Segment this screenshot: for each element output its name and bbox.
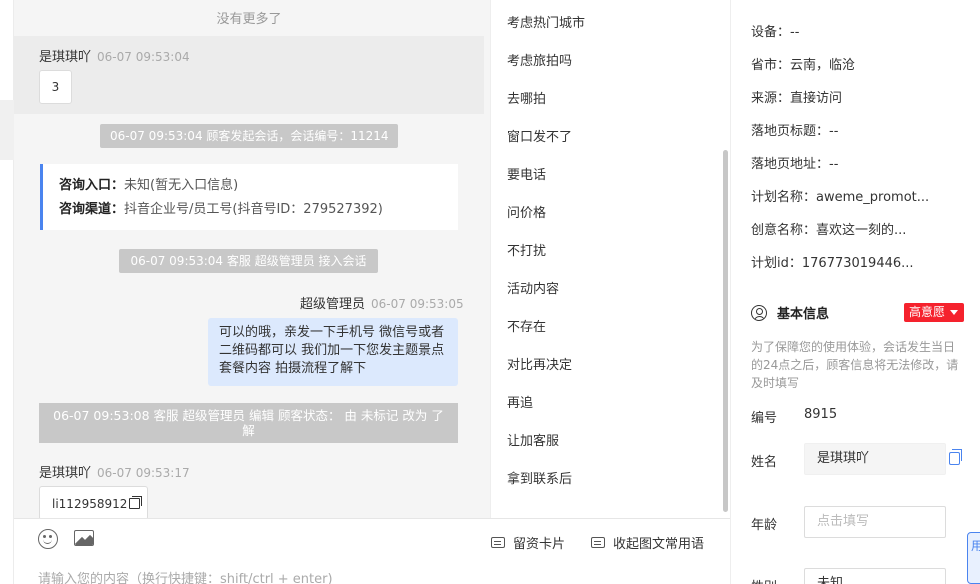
basic-info-label: 基本信息 — [777, 307, 830, 322]
copy-icon[interactable] — [129, 496, 143, 509]
message-bubble[interactable]: 3 — [39, 70, 72, 104]
phrases-icon — [591, 537, 605, 548]
age-field[interactable]: 点击填写 — [804, 506, 946, 538]
id-value: 8915 — [804, 407, 838, 422]
message-sender: 超级管理员 06-07 09:53:05 — [300, 293, 464, 312]
quick-reply-scrollbar[interactable] — [723, 150, 728, 512]
quick-reply-item[interactable]: 考虑热门城市 — [507, 12, 585, 31]
detail-device: 设备：-- — [751, 25, 800, 40]
detail-plan-id: 计划id：176773019446... — [751, 256, 914, 271]
quick-reply-item[interactable]: 问价格 — [507, 202, 546, 221]
quick-reply-item[interactable]: 去哪拍 — [507, 88, 546, 107]
message-time: 06-07 09:53:05 — [371, 297, 464, 311]
collapse-phrases-button[interactable]: 收起图文常用语 — [591, 533, 704, 552]
user-icon — [751, 304, 767, 321]
entry-value: 未知(暂无入口信息) — [124, 178, 239, 193]
system-message-status-change: 06-07 09:53:08 客服 超级管理员 编辑 顾客状态： 由 未标记 改… — [39, 403, 458, 443]
lead-card-button[interactable]: 留资卡片 — [491, 533, 565, 552]
name-field[interactable]: 是琪琪吖 — [804, 443, 946, 475]
quick-reply-item[interactable]: 让加客服 — [507, 430, 559, 449]
detail-source: 来源：直接访问 — [751, 91, 843, 106]
sender-name: 超级管理员 — [300, 297, 366, 312]
card-icon — [491, 537, 505, 548]
id-label: 编号 — [751, 411, 778, 426]
system-message: 06-07 09:53:04 顾客发起会话，会话编号：11214 — [100, 124, 398, 148]
quick-reply-list[interactable]: 考虑热门城市 考虑旅拍吗 去哪拍 窗口发不了 要电话 问价格 不打扰 活动内容 … — [490, 0, 730, 518]
channel-label: 咨询渠道： — [59, 202, 125, 217]
detail-creative-name: 创意名称：喜欢这一刻的... — [751, 223, 907, 238]
sender-name: 是琪琪吖 — [39, 50, 92, 65]
status-line: 06-07 09:53:08 客服 超级管理员 编辑 顾客状态： 由 未标记 改… — [53, 408, 444, 423]
image-icon[interactable] — [74, 530, 94, 546]
left-nav-active-block[interactable] — [0, 100, 14, 160]
consult-info-card: 咨询入口：未知(暂无入口信息) 咨询渠道：抖音企业号/员工号(抖音号ID：279… — [40, 164, 458, 230]
detail-plan-name: 计划名称：aweme_promot... — [751, 190, 930, 205]
customer-info-panel: 设备：-- 省市：云南，临沧 来源：直接访问 落地页标题：-- 落地页地址：--… — [730, 0, 980, 584]
lead-card-label: 留资卡片 — [513, 537, 566, 552]
quick-reply-item[interactable]: 不打扰 — [507, 240, 546, 259]
message-text: li112958912 — [52, 497, 128, 511]
message-line: 可以的哦，亲发一下手机号 微信号或者 — [219, 325, 445, 340]
message-time: 06-07 09:53:04 — [97, 50, 190, 64]
sender-name: 是琪琪吖 — [39, 466, 92, 481]
message-sender: 是琪琪吖 06-07 09:53:17 — [39, 462, 190, 481]
quick-reply-item[interactable]: 活动内容 — [507, 278, 559, 297]
system-message: 06-07 09:53:04 客服 超级管理员 接入会话 — [119, 249, 378, 273]
agent-message-bubble[interactable]: 可以的哦，亲发一下手机号 微信号或者 二维码都可以 我们加一下您发主题景点 套餐… — [208, 318, 458, 386]
quick-reply-item[interactable]: 不存在 — [507, 316, 546, 335]
detail-region: 省市：云南，临沧 — [751, 58, 856, 73]
no-more-hint: 没有更多了 — [216, 12, 282, 27]
intent-dropdown[interactable]: 高意愿 — [904, 303, 964, 322]
quick-reply-item[interactable]: 窗口发不了 — [507, 126, 572, 145]
message-input-area: 留资卡片 收起图文常用语 请输入您的内容（换行快捷键：shift/ctrl + … — [14, 518, 730, 584]
quick-reply-item[interactable]: 拿到联系后 — [507, 468, 572, 487]
copy-icon[interactable] — [949, 449, 962, 465]
caret-down-icon — [950, 310, 958, 315]
gender-select[interactable]: 未知 — [804, 568, 946, 584]
entry-label: 咨询入口： — [59, 178, 125, 193]
age-placeholder: 点击填写 — [817, 514, 870, 529]
collapse-phrases-label: 收起图文常用语 — [613, 537, 705, 552]
message-time: 06-07 09:53:17 — [97, 466, 190, 480]
detail-landing-url: 落地页地址：-- — [751, 157, 839, 172]
message-line: 二维码都可以 我们加一下您发主题景点 — [219, 343, 445, 358]
left-nav-strip — [0, 0, 14, 584]
chat-history[interactable]: 没有更多了 是琪琪吖 06-07 09:53:04 3 06-07 09:53:0… — [14, 0, 490, 518]
edit-notice: 为了保障您的使用体验，会话发生当日的24点之后，顾客信息将无法修改，请及时填写 — [751, 340, 959, 390]
quick-reply-item[interactable]: 考虑旅拍吗 — [507, 50, 572, 69]
message-line: 套餐内容 拍摄流程了解下 — [219, 361, 367, 376]
gender-label: 性别 — [751, 576, 777, 584]
quick-reply-item[interactable]: 要电话 — [507, 164, 546, 183]
message-sender: 是琪琪吖 06-07 09:53:04 — [39, 46, 190, 65]
age-label: 年龄 — [751, 518, 778, 533]
emoji-icon[interactable] — [38, 529, 58, 549]
message-input[interactable]: 请输入您的内容（换行快捷键：shift/ctrl + enter) — [38, 568, 333, 584]
quick-reply-item[interactable]: 对比再决定 — [507, 354, 572, 373]
name-label: 姓名 — [751, 455, 778, 470]
floating-side-button[interactable]: 用 — [967, 532, 980, 584]
message-bubble[interactable]: li112958912 — [39, 486, 148, 518]
basic-info-title: 基本信息 — [751, 303, 829, 322]
status-line: 解 — [242, 423, 255, 438]
detail-landing-title: 落地页标题：-- — [751, 124, 839, 139]
channel-value: 抖音企业号/员工号(抖音号ID：279527392) — [124, 202, 383, 217]
intent-label: 高意愿 — [909, 305, 946, 319]
quick-reply-item[interactable]: 再追 — [507, 392, 533, 411]
